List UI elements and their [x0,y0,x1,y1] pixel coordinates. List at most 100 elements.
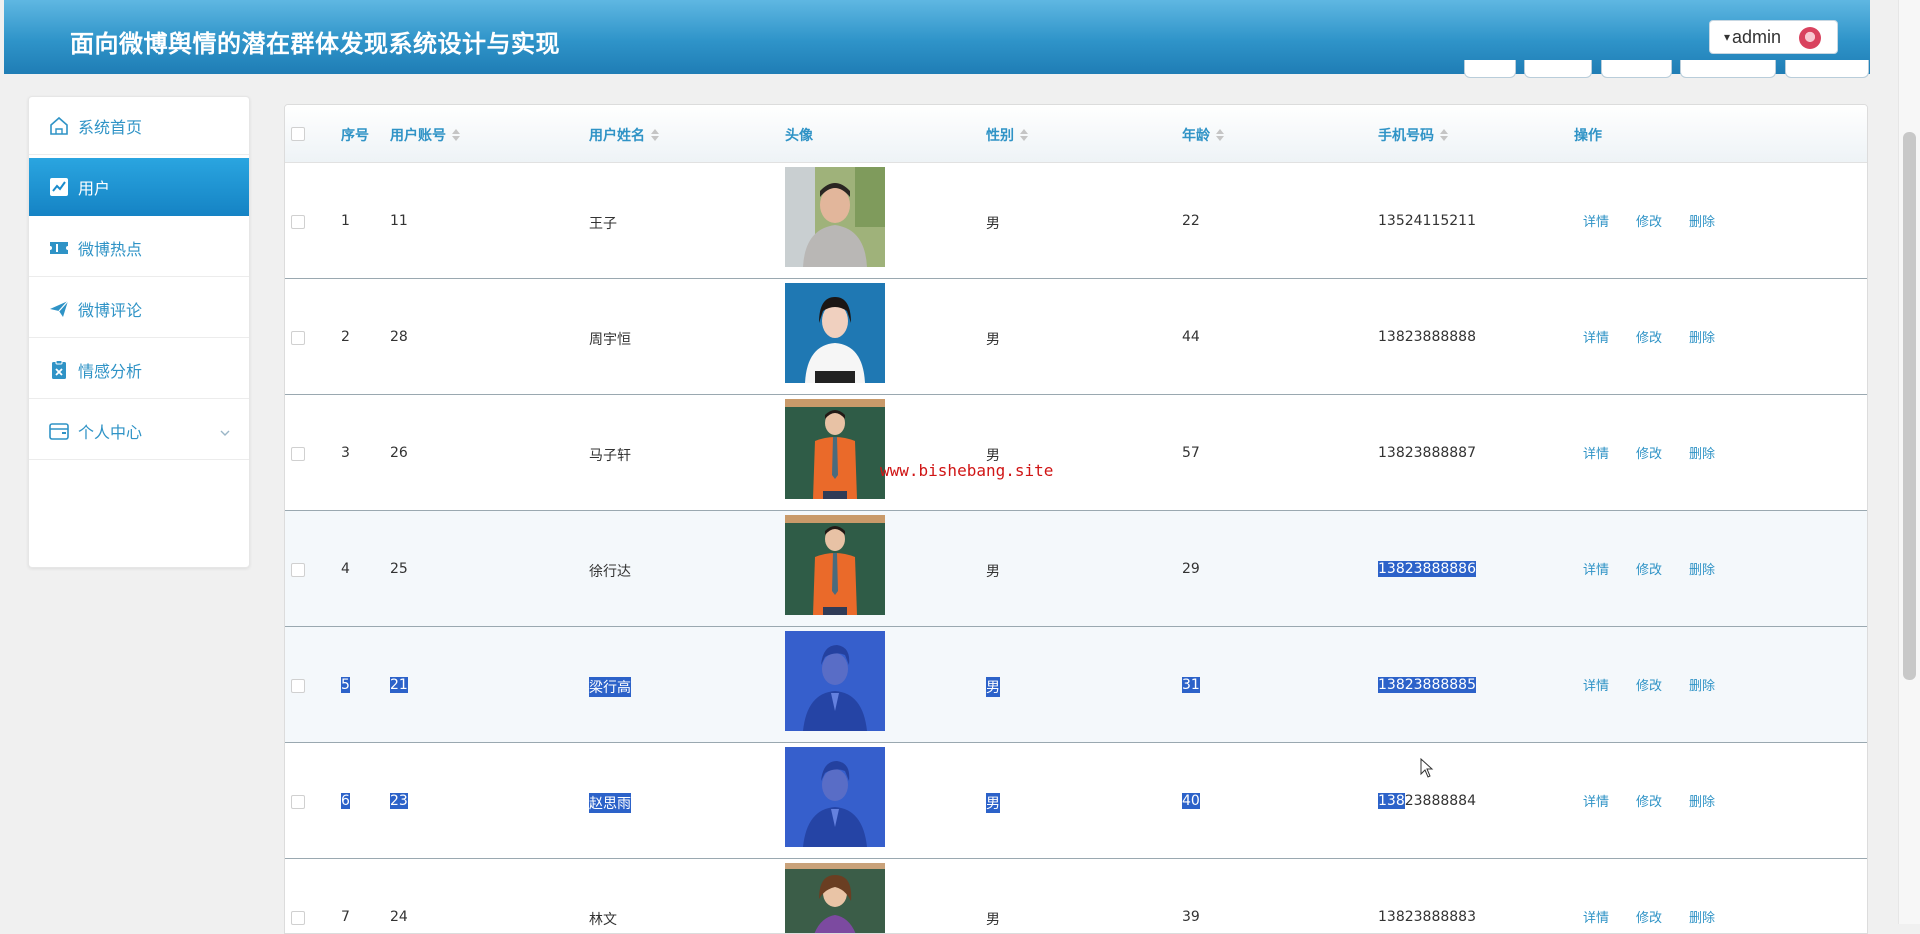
sidebar-item-label: 系统首页 [78,117,143,137]
edit-link[interactable]: 修改 [1636,211,1662,230]
sort-icon[interactable] [1216,129,1224,141]
row-checkbox[interactable] [291,911,305,925]
row-checkbox[interactable] [291,563,305,577]
cell-index: 4 [341,561,350,577]
sidebar-item-home[interactable]: 系统首页 [29,97,249,155]
table-header: 序号 用户账号 用户姓名 头像 性别 年龄 手机号码 操作 [285,105,1867,163]
cell-name: 梁行高 [589,677,631,697]
detail-link[interactable]: 详情 [1583,907,1609,926]
sidebar: 系统首页 用户 微博热点 微博评论 情感分析 个人中心 [28,96,250,568]
cell-age: 31 [1182,677,1200,693]
watermark-text: www.bishebang.site [880,461,1054,480]
edit-link[interactable]: 修改 [1636,791,1662,810]
sort-icon[interactable] [1020,129,1028,141]
toolbar-button[interactable] [1524,60,1592,78]
user-photo[interactable] [785,167,885,267]
col-name[interactable]: 用户姓名 [589,125,659,145]
delete-link[interactable]: 删除 [1689,791,1715,810]
cell-phone: 13823888888 [1378,329,1476,345]
delete-link[interactable]: 删除 [1689,675,1715,694]
sidebar-item-personal-center[interactable]: 个人中心 [29,402,249,460]
detail-link[interactable]: 详情 [1583,791,1609,810]
user-photo[interactable] [785,631,885,731]
delete-link[interactable]: 删除 [1689,559,1715,578]
cell-index: 3 [341,445,350,461]
detail-link[interactable]: 详情 [1583,675,1609,694]
sidebar-item-label: 用户 [78,179,111,198]
toolbar-button[interactable] [1464,60,1516,78]
toolbar-button[interactable] [1680,60,1776,78]
sidebar-item-users[interactable]: 用户 [29,158,249,216]
edit-link[interactable]: 修改 [1636,443,1662,462]
user-photo[interactable] [785,747,885,847]
col-age-label: 年龄 [1182,128,1210,144]
caret-down-icon: ▾ [1724,30,1731,44]
toolbar-button[interactable] [1601,60,1672,78]
cell-account: 11 [390,213,408,229]
user-photo[interactable] [785,399,885,499]
app-title: 面向微博舆情的潜在群体发现系统设计与实现 [70,30,560,58]
user-photo[interactable] [785,515,885,615]
sidebar-item-weibo-hot[interactable]: 微博热点 [29,219,249,277]
sidebar-item-label: 情感分析 [78,361,143,381]
user-photo[interactable] [785,863,885,933]
cell-gender: 男 [986,216,1000,232]
cell-index: 7 [341,909,350,925]
cell-index: 5 [341,677,350,693]
col-account[interactable]: 用户账号 [390,125,460,145]
row-checkbox[interactable] [291,215,305,229]
page-scrollbar[interactable] [1898,0,1920,924]
delete-link[interactable]: 删除 [1689,907,1715,926]
cell-age: 29 [1182,561,1200,577]
cell-account: 24 [390,909,408,925]
paper-plane-icon [48,298,70,320]
cell-name: 徐行达 [589,564,631,580]
detail-link[interactable]: 详情 [1583,211,1609,230]
edit-link[interactable]: 修改 [1636,559,1662,578]
cell-phone: 13823888883 [1378,909,1476,925]
sort-icon[interactable] [1440,129,1448,141]
sort-icon[interactable] [651,129,659,141]
cell-gender: 男 [986,332,1000,348]
edit-link[interactable]: 修改 [1636,327,1662,346]
cell-index: 2 [341,329,350,345]
sort-icon[interactable] [452,129,460,141]
sidebar-item-label: 微博评论 [78,300,143,320]
user-menu-button[interactable]: ▾ admin [1709,20,1838,54]
edit-link[interactable]: 修改 [1636,907,1662,926]
col-age[interactable]: 年龄 [1182,125,1224,145]
sidebar-item-weibo-comments[interactable]: 微博评论 [29,280,249,338]
delete-link[interactable]: 删除 [1689,327,1715,346]
col-gender[interactable]: 性别 [986,125,1028,145]
users-table: 序号 用户账号 用户姓名 头像 性别 年龄 手机号码 操作 1 11 王子 男 … [284,104,1868,934]
user-photo[interactable] [785,283,885,383]
delete-link[interactable]: 删除 [1689,211,1715,230]
scrollbar-thumb[interactable] [1903,132,1916,680]
sidebar-item-sentiment[interactable]: 情感分析 [29,341,249,399]
col-phone[interactable]: 手机号码 [1378,125,1448,145]
row-checkbox[interactable] [291,447,305,461]
select-all-checkbox[interactable] [291,127,305,141]
detail-link[interactable]: 详情 [1583,559,1609,578]
col-account-label: 用户账号 [390,128,446,144]
detail-link[interactable]: 详情 [1583,327,1609,346]
row-checkbox[interactable] [291,679,305,693]
table-row: 6 23 赵思雨 男 40 13823888884 详情 修改 删除 [285,743,1867,859]
row-checkbox[interactable] [291,331,305,345]
cell-age: 39 [1182,909,1200,925]
cell-account: 21 [390,677,408,693]
chevron-down-icon [219,424,231,436]
cell-gender: 男 [986,564,1000,580]
toolbar-button[interactable] [1785,60,1869,78]
row-checkbox[interactable] [291,795,305,809]
edit-link[interactable]: 修改 [1636,675,1662,694]
cell-name: 赵思雨 [589,793,631,813]
table-row: 3 26 马子轩 男 57 13823888887 详情 修改 删除 [285,395,1867,511]
table-row: 2 28 周宇恒 男 44 13823888888 详情 修改 删除 [285,279,1867,395]
wallet-icon [48,420,70,442]
table-row: 4 25 徐行达 男 29 13823888886 详情 修改 删除 [285,511,1867,627]
detail-link[interactable]: 详情 [1583,443,1609,462]
delete-link[interactable]: 删除 [1689,443,1715,462]
col-name-label: 用户姓名 [589,128,645,144]
cell-name: 周宇恒 [589,332,631,348]
